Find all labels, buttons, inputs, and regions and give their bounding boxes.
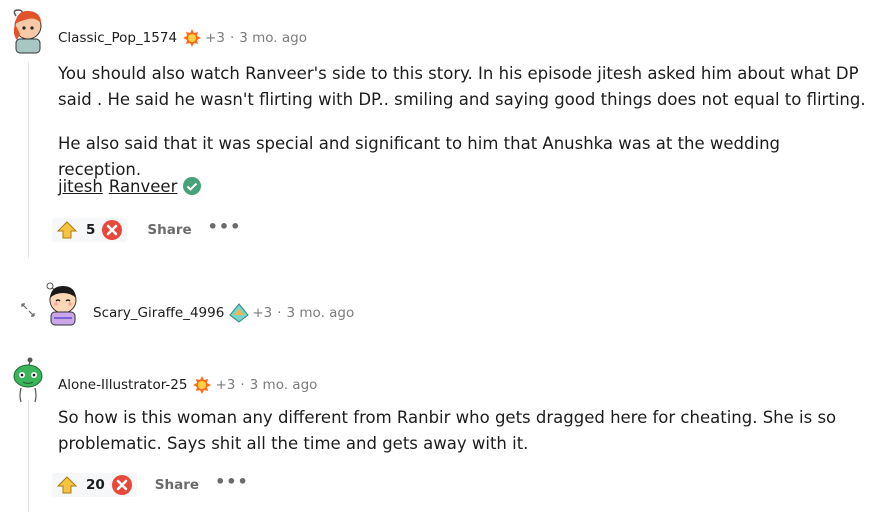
mentions: jitesh Ranveer <box>58 176 202 196</box>
upvote-icon[interactable] <box>56 475 78 495</box>
downvote-icon[interactable] <box>101 219 123 241</box>
comment-paragraph: You should also watch Ranveer's side to … <box>58 64 866 109</box>
username[interactable]: Alone-Illustrator-25 <box>58 377 187 393</box>
comment-meta: Scary_Giraffe_4996 +3 · 3 mo. ago <box>93 303 354 323</box>
separator: · <box>277 305 282 321</box>
award-icon[interactable] <box>229 303 250 323</box>
karma-bonus: +3 <box>205 30 225 46</box>
more-options-button[interactable]: ••• <box>208 219 242 235</box>
timestamp[interactable]: 3 mo. ago <box>287 305 355 321</box>
upvote-icon[interactable] <box>56 220 78 240</box>
share-button[interactable]: Share <box>155 477 199 493</box>
mention-link[interactable]: jitesh <box>58 177 103 196</box>
mention-link[interactable]: Ranveer <box>109 177 178 196</box>
award-icon[interactable] <box>182 28 202 48</box>
separator: · <box>240 377 245 393</box>
username[interactable]: Scary_Giraffe_4996 <box>93 305 224 321</box>
thread-line[interactable] <box>28 400 29 512</box>
thread-line[interactable] <box>28 62 29 258</box>
karma-bonus: +3 <box>215 377 236 393</box>
vote-box: 20 <box>52 473 137 497</box>
vote-count: 5 <box>86 222 96 238</box>
username[interactable]: Classic_Pop_1574 <box>58 30 177 46</box>
comment-actions: 5 Share ••• <box>52 217 241 243</box>
expand-icon[interactable] <box>18 300 38 320</box>
karma-bonus: +3 <box>252 305 273 321</box>
timestamp[interactable]: 3 mo. ago <box>250 377 318 393</box>
verified-icon <box>183 177 202 195</box>
downvote-icon[interactable] <box>111 474 133 496</box>
timestamp[interactable]: 3 mo. ago <box>239 30 307 46</box>
more-options-button[interactable]: ••• <box>215 474 249 490</box>
award-icon[interactable] <box>192 375 212 395</box>
comment-paragraph: So how is this woman any different from … <box>58 408 837 453</box>
share-button[interactable]: Share <box>147 222 191 238</box>
avatar[interactable] <box>8 8 48 54</box>
avatar[interactable] <box>8 357 48 403</box>
comment-meta: Classic_Pop_1574 +3 · 3 mo. ago <box>58 28 307 48</box>
separator: · <box>229 30 235 46</box>
avatar[interactable] <box>42 280 82 326</box>
vote-box: 5 <box>52 218 128 242</box>
comment-meta: Alone-Illustrator-25 +3 · 3 mo. ago <box>58 375 317 395</box>
vote-count: 20 <box>86 477 105 493</box>
comment-actions: 20 Share ••• <box>52 472 249 498</box>
